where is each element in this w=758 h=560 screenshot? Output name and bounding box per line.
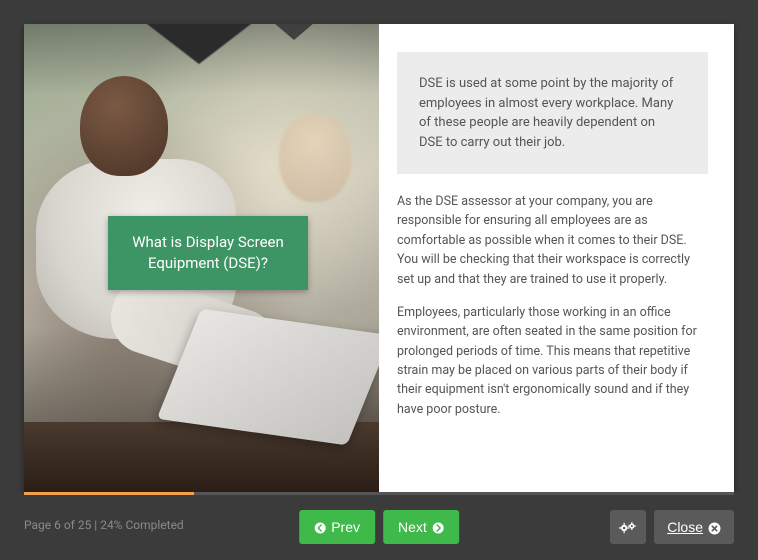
settings-button[interactable] (610, 510, 646, 544)
close-button[interactable]: Close (654, 510, 734, 544)
close-label: Close (667, 519, 703, 535)
page-info: Page 6 of 25 | 24% Completed (24, 518, 184, 532)
chevron-right-icon (432, 519, 444, 535)
bottom-bar: Page 6 of 25 | 24% Completed Prev Next (0, 492, 758, 560)
slide-title-box: What is Display Screen Equipment (DSE)? (108, 216, 308, 290)
slide-text-panel: DSE is used at some point by the majorit… (379, 24, 734, 492)
progress-bar (24, 492, 734, 495)
prev-button[interactable]: Prev (299, 510, 375, 544)
body-text: As the DSE assessor at your company, you… (379, 192, 734, 433)
slide-image-panel: What is Display Screen Equipment (DSE)? (24, 24, 379, 492)
next-label: Next (398, 519, 427, 535)
chevron-left-icon (314, 519, 326, 535)
paragraph-2: Employees, particularly those working in… (397, 303, 708, 419)
prev-label: Prev (331, 519, 360, 535)
progress-fill (24, 492, 194, 495)
next-button[interactable]: Next (383, 510, 459, 544)
paragraph-1: As the DSE assessor at your company, you… (397, 192, 708, 289)
highlight-paragraph: DSE is used at some point by the majorit… (397, 52, 708, 174)
nav-buttons: Prev Next (299, 510, 459, 544)
gears-icon (619, 519, 637, 534)
close-icon (708, 519, 721, 535)
right-controls: Close (610, 510, 734, 544)
slide-card: What is Display Screen Equipment (DSE)? … (24, 24, 734, 492)
